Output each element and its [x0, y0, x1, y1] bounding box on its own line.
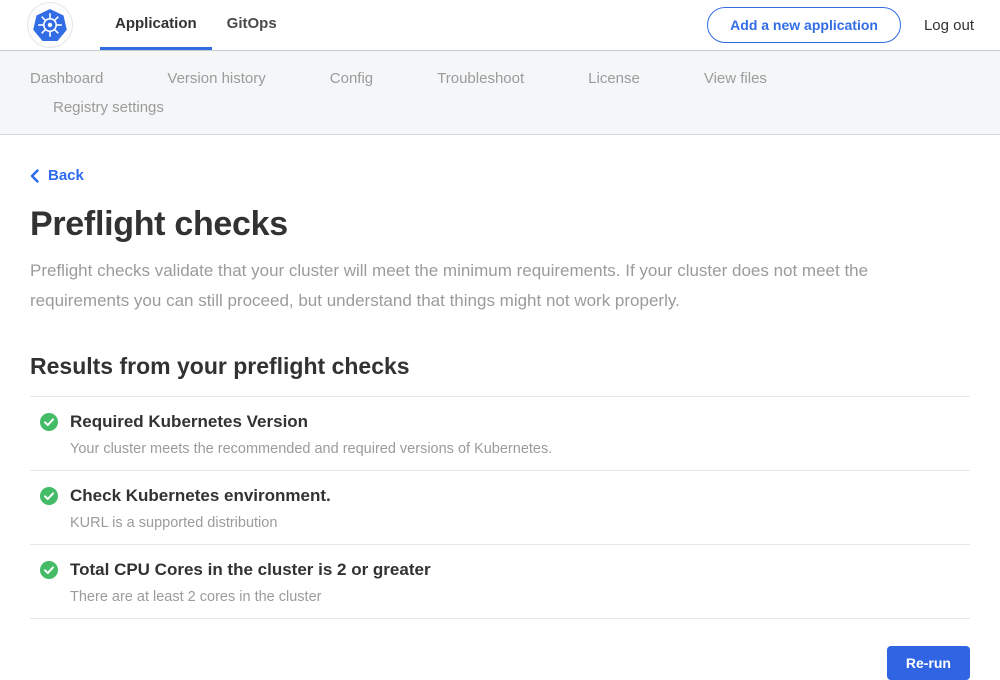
actions-bar: Re-run — [30, 646, 970, 680]
tab-gitops-label: GitOps — [227, 15, 277, 32]
rerun-button[interactable]: Re-run — [887, 646, 970, 680]
preflight-page: Back Preflight checks Preflight checks v… — [0, 135, 1000, 680]
subnav-row-1: Dashboard Version history Config Trouble… — [30, 64, 1000, 93]
check-title: Total CPU Cores in the cluster is 2 or g… — [70, 560, 431, 580]
check-title: Required Kubernetes Version — [70, 412, 552, 432]
kubernetes-logo-icon — [31, 6, 69, 44]
check-message: KURL is a supported distribution — [70, 515, 331, 531]
kubernetes-logo — [28, 3, 72, 47]
results-list-bottom-divider — [30, 618, 970, 619]
app-subnav: Dashboard Version history Config Trouble… — [0, 51, 1000, 135]
page-description: Preflight checks validate that your clus… — [30, 256, 960, 316]
primary-tabs: Application GitOps — [100, 0, 292, 50]
page-title: Preflight checks — [30, 205, 970, 244]
tab-gitops[interactable]: GitOps — [212, 0, 292, 50]
check-row-cpu-cores: Total CPU Cores in the cluster is 2 or g… — [30, 544, 970, 618]
subnav-item-config[interactable]: Config — [330, 70, 373, 87]
tab-application-label: Application — [115, 15, 197, 32]
subnav-row-2: Registry settings — [30, 93, 1000, 122]
add-new-application-button[interactable]: Add a new application — [707, 7, 901, 43]
check-message: There are at least 2 cores in the cluste… — [70, 589, 431, 605]
subnav-item-troubleshoot[interactable]: Troubleshoot — [437, 70, 524, 87]
check-pass-icon — [40, 413, 58, 431]
check-text: Check Kubernetes environment. KURL is a … — [70, 486, 331, 531]
check-text: Required Kubernetes Version Your cluster… — [70, 412, 552, 457]
check-row-kubernetes-version: Required Kubernetes Version Your cluster… — [30, 396, 970, 470]
subnav-item-license[interactable]: License — [588, 70, 640, 87]
chevron-left-icon — [30, 169, 39, 183]
results-heading: Results from your preflight checks — [30, 353, 970, 380]
top-navbar: Application GitOps Add a new application… — [0, 0, 1000, 51]
check-title: Check Kubernetes environment. — [70, 486, 331, 506]
back-link-label: Back — [48, 167, 84, 184]
logout-link[interactable]: Log out — [924, 17, 974, 34]
subnav-item-version-history[interactable]: Version history — [167, 70, 265, 87]
tab-application[interactable]: Application — [100, 0, 212, 50]
check-text: Total CPU Cores in the cluster is 2 or g… — [70, 560, 431, 605]
check-pass-icon — [40, 561, 58, 579]
back-link[interactable]: Back — [30, 167, 84, 184]
subnav-item-view-files[interactable]: View files — [704, 70, 767, 87]
subnav-item-registry-settings[interactable]: Registry settings — [53, 99, 164, 116]
subnav-item-dashboard[interactable]: Dashboard — [30, 70, 103, 87]
check-pass-icon — [40, 487, 58, 505]
check-row-kubernetes-environment: Check Kubernetes environment. KURL is a … — [30, 470, 970, 544]
navbar-right: Add a new application Log out — [707, 0, 1000, 50]
check-message: Your cluster meets the recommended and r… — [70, 441, 552, 457]
preflight-results-list: Required Kubernetes Version Your cluster… — [30, 396, 970, 619]
